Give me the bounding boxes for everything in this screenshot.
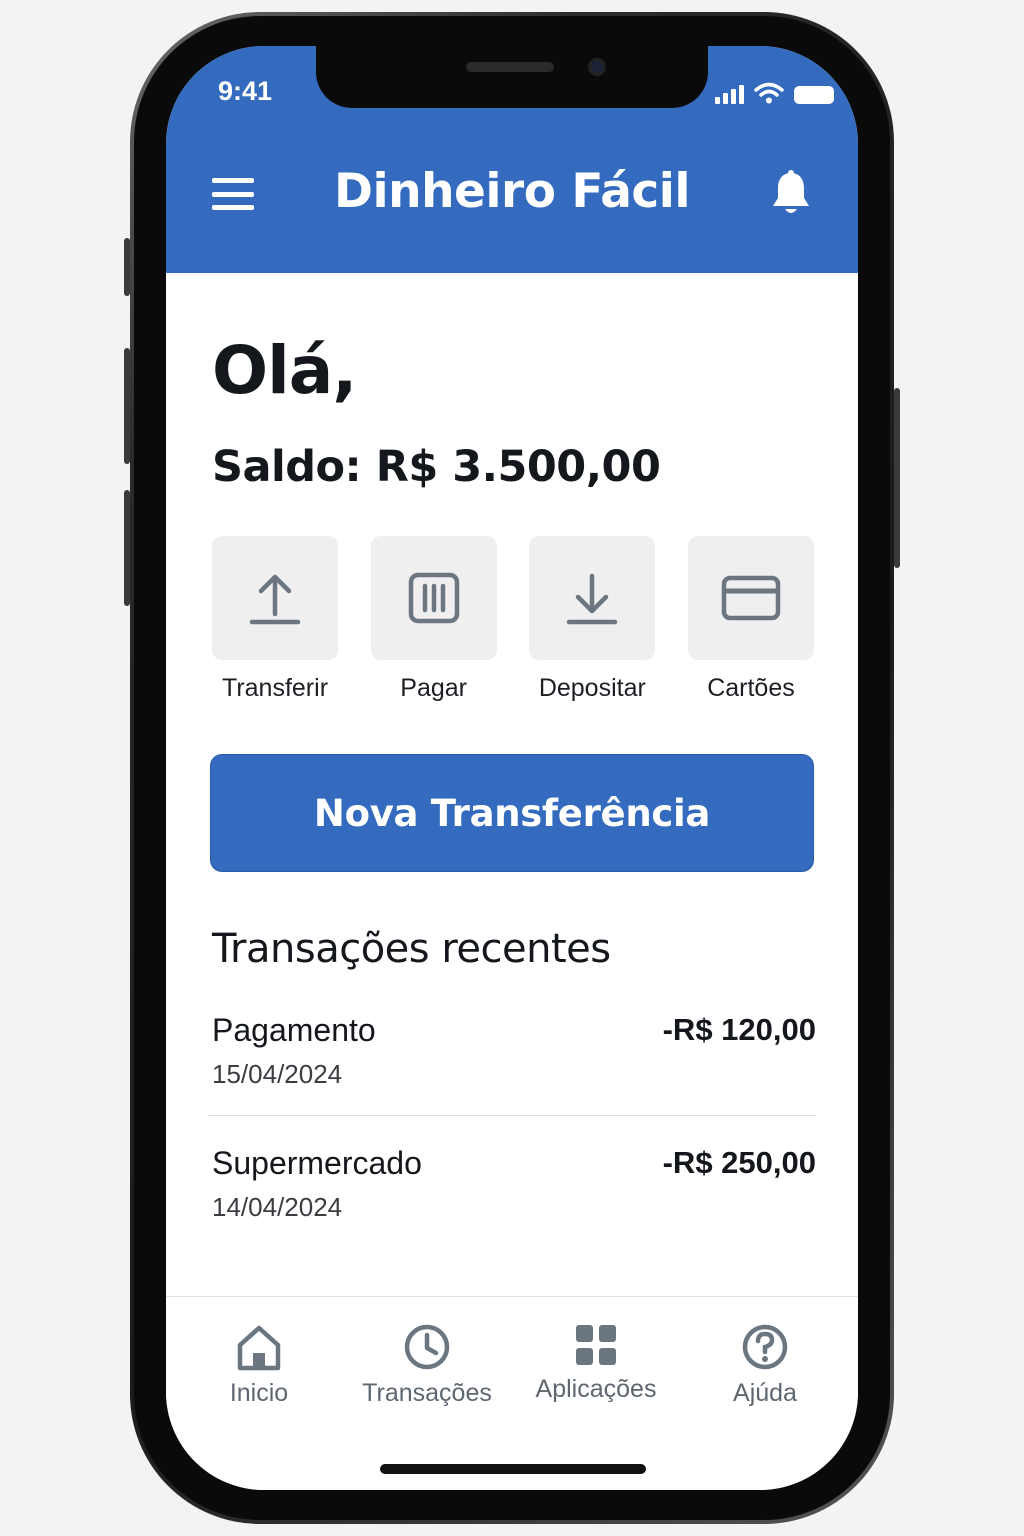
deposit-action[interactable]: Depositar [527, 536, 657, 703]
volume-up-button [124, 348, 130, 464]
volume-down-button [124, 490, 130, 606]
home-icon [237, 1325, 281, 1371]
recent-transactions-title: Transações recentes [212, 926, 611, 972]
front-camera [588, 58, 606, 76]
transaction-amount: -R$ 120,00 [662, 1012, 816, 1047]
clock-icon [404, 1324, 450, 1370]
nav-home-label: Inicio [229, 1379, 289, 1407]
bell-icon[interactable] [770, 170, 812, 218]
quick-actions: Transferir Pagar Depositar Cartões [210, 536, 816, 703]
transfer-tile[interactable] [212, 536, 338, 660]
upload-arrow-icon [249, 574, 301, 625]
nav-help-label: Ajúda [733, 1379, 797, 1407]
battery-icon [794, 86, 834, 104]
transfer-action[interactable]: Transferir [210, 536, 340, 703]
status-time: 9:41 [218, 76, 273, 106]
greeting-text: Olá, [212, 332, 357, 409]
nav-applications-label: Aplicações [535, 1375, 657, 1403]
phone-frame: 9:41 Dinheiro Fácil Olá, Saldo: R$ 3.500… [124, 12, 900, 1524]
transaction-row[interactable]: Supermercado 14/04/2024 -R$ 250,00 [212, 1145, 816, 1223]
phone-bezel: 9:41 Dinheiro Fácil Olá, Saldo: R$ 3.500… [134, 16, 890, 1520]
speaker-grille [466, 62, 554, 72]
home-indicator[interactable] [380, 1464, 646, 1474]
deposit-label: Depositar [538, 674, 646, 702]
pay-tile[interactable] [370, 536, 497, 660]
transaction-date: 14/04/2024 [212, 1192, 343, 1222]
mute-switch [124, 238, 130, 296]
transfer-label: Transferir [221, 674, 329, 702]
credit-card-icon [721, 575, 781, 621]
app-header: 9:41 Dinheiro Fácil [166, 46, 858, 273]
cards-tile[interactable] [687, 536, 814, 660]
cellular-signal-icon [715, 84, 744, 104]
grid-icon [576, 1325, 616, 1365]
transaction-date: 15/04/2024 [212, 1059, 343, 1089]
cards-label: Cartões [707, 674, 795, 702]
bottom-navigation: Inicio Transações Aplicações Ajúda [166, 1296, 858, 1490]
app-title: Dinheiro Fácil [333, 164, 691, 219]
power-button [894, 388, 900, 568]
balance-text: Saldo: R$ 3.500,00 [212, 442, 661, 492]
pay-action[interactable]: Pagar [369, 536, 499, 703]
barcode-icon [408, 572, 459, 624]
new-transfer-button[interactable]: Nova Transferência [210, 754, 814, 872]
cards-action[interactable]: Cartões [686, 536, 816, 703]
nav-applications[interactable]: Aplicações [511, 1323, 681, 1404]
download-arrow-icon [567, 573, 618, 625]
deposit-tile[interactable] [529, 536, 656, 660]
transaction-row[interactable]: Pagamento 15/04/2024 -R$ 120,00 [212, 1012, 816, 1090]
transaction-divider [208, 1115, 816, 1116]
nav-help[interactable]: Ajúda [680, 1323, 850, 1408]
nav-transactions[interactable]: Transações [342, 1323, 512, 1408]
app-screen: 9:41 Dinheiro Fácil Olá, Saldo: R$ 3.500… [166, 46, 858, 1490]
nav-home[interactable]: Inicio [174, 1323, 344, 1408]
pay-label: Pagar [400, 674, 468, 702]
nav-transactions-label: Transações [362, 1379, 492, 1407]
status-icons [715, 82, 834, 104]
help-icon [742, 1324, 788, 1370]
transaction-amount: -R$ 250,00 [662, 1145, 816, 1180]
wifi-icon [754, 82, 784, 104]
notch [316, 46, 708, 108]
